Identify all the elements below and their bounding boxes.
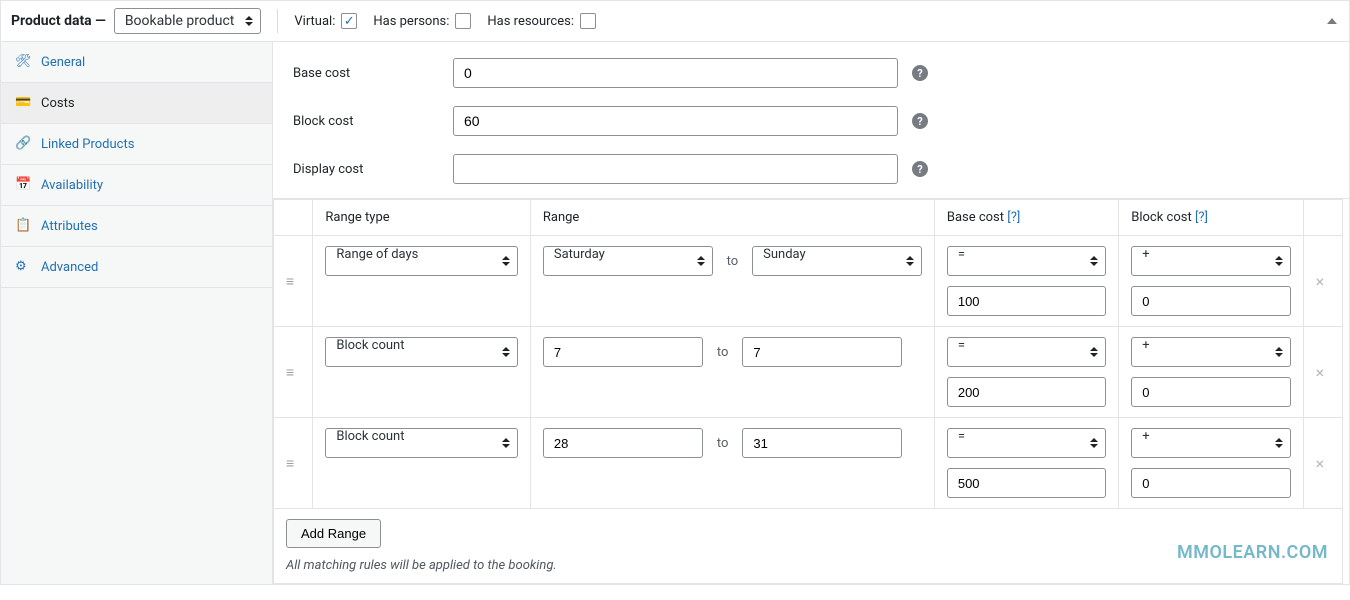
remove-row-icon[interactable]: × xyxy=(1316,363,1325,382)
sidebar-item-label: Costs xyxy=(41,96,75,111)
rules-section: Range type Range Base cost [?] Block cos… xyxy=(273,199,1349,584)
wrench-icon: 🛠 xyxy=(15,54,31,70)
has-persons-checkbox[interactable] xyxy=(455,13,471,29)
base-cost-header: Base cost xyxy=(947,210,1004,225)
base-cost-op-select[interactable]: = xyxy=(947,337,1106,367)
sidebar: 🛠 General 💳 Costs 🔗 Linked Products 📅 Availabil… xyxy=(1,42,273,584)
product-type-value: Bookable product xyxy=(114,8,262,34)
sidebar-item-availability[interactable]: 📅 Availability xyxy=(1,165,272,206)
block-cost-label: Block cost xyxy=(293,114,453,129)
sidebar-item-label: Availability xyxy=(41,178,103,193)
base-cost-value-input[interactable] xyxy=(947,377,1106,407)
sidebar-item-attributes[interactable]: 📋 Attributes xyxy=(1,206,272,247)
rules-footer-note: All matching rules will be applied to th… xyxy=(286,558,1330,573)
block-cost-help-link[interactable]: [?] xyxy=(1195,210,1208,225)
cost-rule-row: ≡ Block count to = + × xyxy=(274,418,1343,509)
cost-rules-table: Range type Range Base cost [?] Block cos… xyxy=(273,199,1343,584)
collapse-panel-icon[interactable] xyxy=(1327,18,1337,24)
calendar-icon: 📅 xyxy=(15,177,31,193)
sidebar-item-linked-products[interactable]: 🔗 Linked Products xyxy=(1,124,272,165)
drag-header xyxy=(274,200,313,236)
cost-rule-row: ≡ Block count to = + × xyxy=(274,327,1343,418)
drag-handle-icon[interactable]: ≡ xyxy=(286,456,294,472)
range-header: Range xyxy=(543,210,579,225)
block-cost-value-input[interactable] xyxy=(1131,377,1290,407)
virtual-label-text: Virtual: xyxy=(294,14,335,29)
sidebar-item-label: General xyxy=(41,55,85,70)
panel-header: Product data — Bookable product Virtual:… xyxy=(1,1,1349,42)
sidebar-item-label: Advanced xyxy=(41,260,98,275)
card-icon: 💳 xyxy=(15,95,31,111)
range-type-select[interactable]: Range of days xyxy=(325,246,518,276)
range-from-input[interactable] xyxy=(543,428,703,458)
sidebar-item-label: Attributes xyxy=(41,219,98,234)
has-resources-label-text: Has resources: xyxy=(487,14,574,29)
has-persons-label-text: Has persons: xyxy=(373,14,449,29)
virtual-checkbox-label: Virtual: xyxy=(294,13,357,29)
range-to-input[interactable] xyxy=(742,428,902,458)
remove-row-icon[interactable]: × xyxy=(1316,272,1325,291)
range-to-input[interactable] xyxy=(742,337,902,367)
gear-icon: ⚙ xyxy=(15,259,31,275)
base-cost-input[interactable] xyxy=(453,58,898,88)
block-cost-header: Block cost xyxy=(1131,210,1191,225)
base-cost-value-input[interactable] xyxy=(947,468,1106,498)
sidebar-item-advanced[interactable]: ⚙ Advanced xyxy=(1,247,272,288)
block-cost-op-select[interactable]: + xyxy=(1131,428,1290,458)
remove-row-icon[interactable]: × xyxy=(1316,454,1325,473)
base-cost-op-select[interactable]: = xyxy=(947,246,1106,276)
help-icon[interactable]: ? xyxy=(912,113,928,129)
range-to-label: to xyxy=(717,345,729,360)
cost-rule-row: ≡ Range of days Saturday to Sunday = + × xyxy=(274,236,1343,327)
panel-body: 🛠 General 💳 Costs 🔗 Linked Products 📅 Availabil… xyxy=(1,42,1349,584)
delete-header xyxy=(1303,200,1342,236)
add-range-button[interactable]: Add Range xyxy=(286,519,381,548)
range-type-select[interactable]: Block count xyxy=(325,428,518,458)
product-data-panel: Product data — Bookable product Virtual:… xyxy=(0,0,1350,585)
display-cost-label: Display cost xyxy=(293,162,453,177)
range-from-input[interactable] xyxy=(543,337,703,367)
has-persons-checkbox-label: Has persons: xyxy=(373,13,471,29)
sidebar-item-general[interactable]: 🛠 General xyxy=(1,42,272,83)
list-icon: 📋 xyxy=(15,218,31,234)
block-cost-value-input[interactable] xyxy=(1131,468,1290,498)
range-to-label: to xyxy=(717,436,729,451)
link-icon: 🔗 xyxy=(15,136,31,152)
sidebar-item-costs[interactable]: 💳 Costs xyxy=(1,83,272,124)
block-cost-value-input[interactable] xyxy=(1131,286,1290,316)
help-icon[interactable]: ? xyxy=(912,161,928,177)
range-to-select[interactable]: Sunday xyxy=(752,246,922,276)
drag-handle-icon[interactable]: ≡ xyxy=(286,365,294,381)
base-cost-value-input[interactable] xyxy=(947,286,1106,316)
display-cost-input[interactable] xyxy=(453,154,898,184)
block-cost-input[interactable] xyxy=(453,106,898,136)
base-cost-help-link[interactable]: [?] xyxy=(1007,210,1020,225)
range-type-header: Range type xyxy=(325,210,389,225)
content: Base cost ? Block cost ? Display cost ? xyxy=(273,42,1349,584)
header-separator xyxy=(277,9,278,33)
drag-handle-icon[interactable]: ≡ xyxy=(286,274,294,290)
range-type-select[interactable]: Block count xyxy=(325,337,518,367)
has-resources-checkbox[interactable] xyxy=(580,13,596,29)
virtual-checkbox[interactable] xyxy=(341,13,357,29)
rules-footer: Add Range All matching rules will be app… xyxy=(274,509,1343,584)
block-cost-op-select[interactable]: + xyxy=(1131,337,1290,367)
has-resources-checkbox-label: Has resources: xyxy=(487,13,596,29)
range-from-select[interactable]: Saturday xyxy=(543,246,713,276)
base-cost-op-select[interactable]: = xyxy=(947,428,1106,458)
cost-form: Base cost ? Block cost ? Display cost ? xyxy=(273,42,1349,199)
sidebar-item-label: Linked Products xyxy=(41,137,134,152)
range-to-label: to xyxy=(727,254,739,269)
panel-title: Product data — xyxy=(11,13,106,29)
help-icon[interactable]: ? xyxy=(912,65,928,81)
product-type-select[interactable]: Bookable product xyxy=(114,11,262,31)
base-cost-label: Base cost xyxy=(293,66,453,81)
block-cost-op-select[interactable]: + xyxy=(1131,246,1290,276)
